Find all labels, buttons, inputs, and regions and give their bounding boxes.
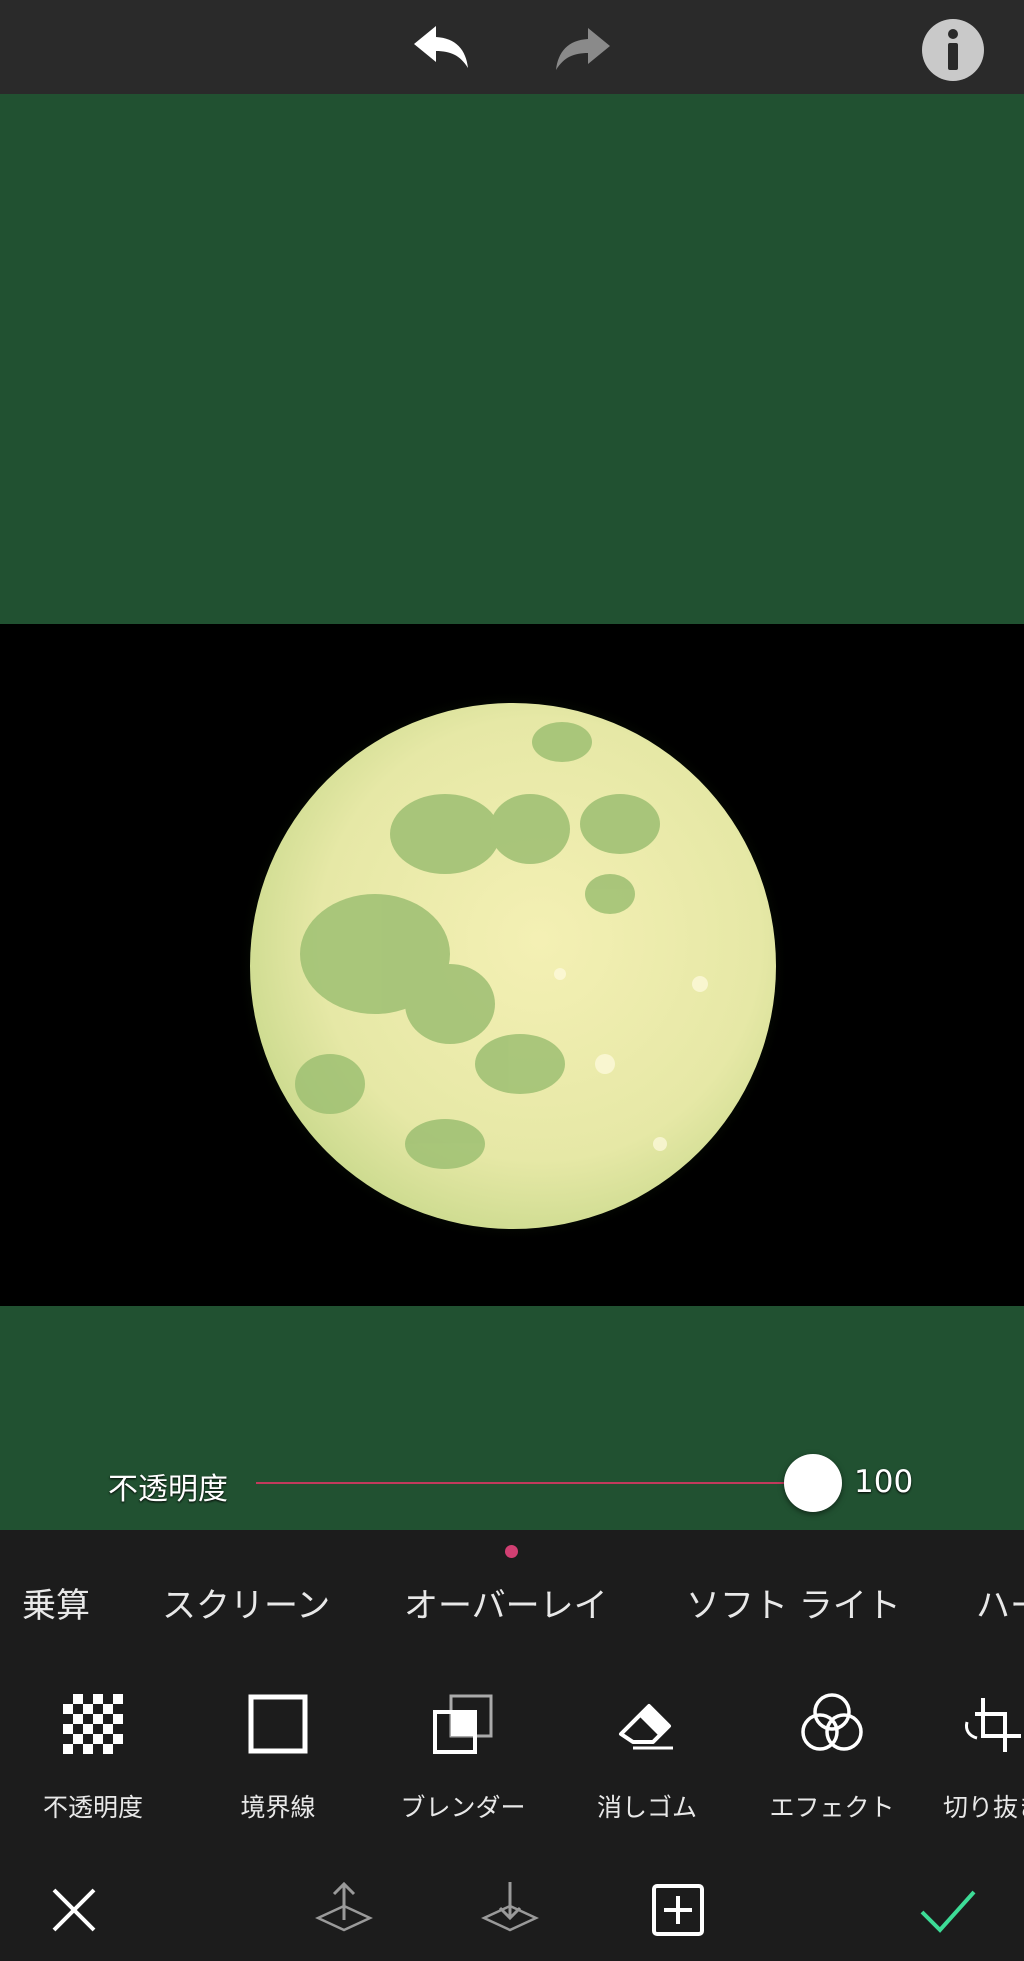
add-layer-icon[interactable] [648,1880,708,1940]
blend-mode-multiply[interactable]: 乗算 [22,1578,90,1627]
redo-icon[interactable] [552,24,612,72]
opacity-slider-value: 100 [854,1464,914,1500]
tool-eraser[interactable]: 消しゴム [572,1688,722,1828]
crop-icon [961,1692,1024,1756]
tool-label: エフェクト [769,1793,895,1822]
tool-opacity[interactable]: 不透明度 [18,1688,168,1828]
tool-blender[interactable]: ブレンダー [388,1688,538,1828]
moon-photo[interactable] [0,624,1024,1306]
tool-effect[interactable]: エフェクト [757,1688,907,1828]
tool-label: 切り抜き [942,1793,1024,1822]
tool-list: 不透明度 境界線 ブレンダー 消しゴム エフェクト 切り抜 [0,1688,1024,1828]
opacity-slider-track[interactable] [256,1482,814,1484]
tool-label: 境界線 [240,1793,316,1822]
top-toolbar [0,0,1024,94]
circles-icon [800,1692,864,1756]
layer-down-icon[interactable] [480,1880,540,1940]
blend-mode-overlay[interactable]: オーバーレイ [404,1578,608,1627]
tool-label: 消しゴム [596,1793,697,1822]
blend-mode-soft-light[interactable]: ソフト ライト [686,1578,901,1627]
cancel-icon[interactable] [44,1880,104,1940]
bottom-action-bar [0,1880,1024,1961]
checkerboard-icon [61,1692,125,1756]
blend-mode-hard-light[interactable]: ハー [976,1578,1024,1627]
confirm-icon[interactable] [918,1880,978,1940]
canvas-area[interactable] [0,94,1024,1530]
opacity-slider-label: 不透明度 [108,1472,228,1507]
layer-up-icon[interactable] [314,1880,374,1940]
tool-border[interactable]: 境界線 [203,1688,353,1828]
layers-icon [431,1692,495,1756]
blend-mode-screen[interactable]: スクリーン [162,1578,330,1627]
info-icon[interactable] [920,17,986,83]
selected-blend-indicator [505,1545,518,1558]
eraser-icon [615,1692,679,1756]
undo-icon[interactable] [412,22,472,72]
opacity-slider-thumb[interactable] [784,1454,842,1512]
blend-mode-list: 乗算 スクリーン オーバーレイ ソフト ライト ハー [0,1578,1024,1630]
tool-crop[interactable]: 切り抜き [918,1688,1024,1828]
tool-label: 不透明度 [42,1793,143,1822]
square-outline-icon [246,1692,310,1756]
tool-label: ブレンダー [400,1793,526,1822]
